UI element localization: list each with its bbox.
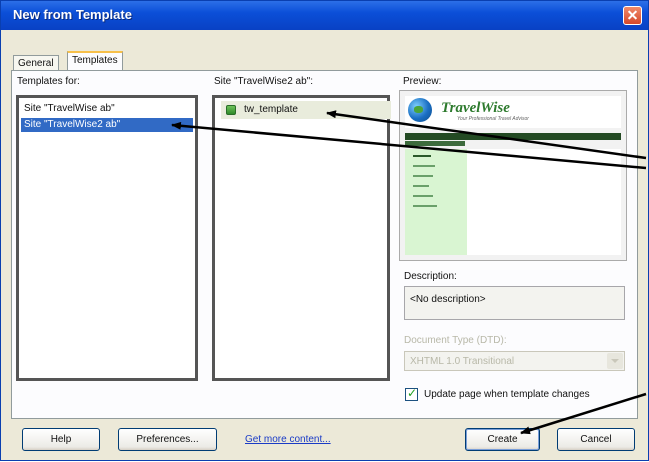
doc-type-value: XHTML 1.0 Transitional	[410, 356, 515, 367]
list-item-site-travelwise2[interactable]: Site "TravelWise2 ab"	[21, 118, 193, 132]
list-item-site-travelwise[interactable]: Site "TravelWise ab"	[21, 102, 193, 116]
template-name: tw_template	[244, 104, 298, 115]
site-template-list[interactable]: tw_template	[212, 95, 391, 381]
close-icon[interactable]	[623, 6, 642, 25]
globe-icon	[408, 98, 432, 122]
templates-for-list[interactable]: Site "TravelWise ab" Site "TravelWise2 a…	[16, 95, 198, 381]
preview-tagline: Your Professional Travel Advisor	[457, 116, 529, 122]
cancel-button[interactable]: Cancel	[557, 428, 635, 451]
preview-nav-bar	[405, 133, 621, 140]
template-file-icon	[226, 105, 236, 115]
update-page-label[interactable]: Update page when template changes	[424, 389, 590, 400]
update-page-checkbox[interactable]	[405, 386, 418, 401]
doc-type-select[interactable]: XHTML 1.0 Transitional	[404, 351, 625, 371]
description-value: <No description>	[410, 294, 486, 305]
doc-type-label: Document Type (DTD):	[404, 335, 507, 346]
templates-for-label: Templates for:	[17, 76, 80, 87]
preferences-button[interactable]: Preferences...	[118, 428, 217, 451]
title-bar: New from Template	[1, 1, 648, 30]
chevron-down-icon[interactable]	[607, 353, 623, 369]
preview-label: Preview:	[403, 76, 442, 87]
dialog-title: New from Template	[13, 7, 132, 22]
preview-subnav-bar	[405, 141, 465, 146]
help-button[interactable]: Help	[22, 428, 100, 451]
tab-general[interactable]: General	[13, 55, 59, 70]
preview-content	[467, 149, 621, 255]
new-from-template-dialog: New from Template General Templates Temp…	[0, 0, 649, 461]
description-label: Description:	[404, 271, 457, 282]
tab-templates[interactable]: Templates	[67, 51, 123, 71]
preview-logo: TravelWise	[441, 100, 510, 116]
site-label: Site "TravelWise2 ab":	[214, 76, 313, 87]
create-button[interactable]: Create	[465, 428, 540, 451]
list-item-tw-template[interactable]: tw_template	[221, 101, 391, 119]
preview-sidebar	[405, 149, 467, 255]
template-preview: TravelWise Your Professional Travel Advi…	[399, 90, 627, 261]
get-more-content-link[interactable]: Get more content...	[245, 434, 331, 445]
preview-header: TravelWise Your Professional Travel Advi…	[405, 96, 621, 128]
description-field: <No description>	[404, 286, 625, 320]
